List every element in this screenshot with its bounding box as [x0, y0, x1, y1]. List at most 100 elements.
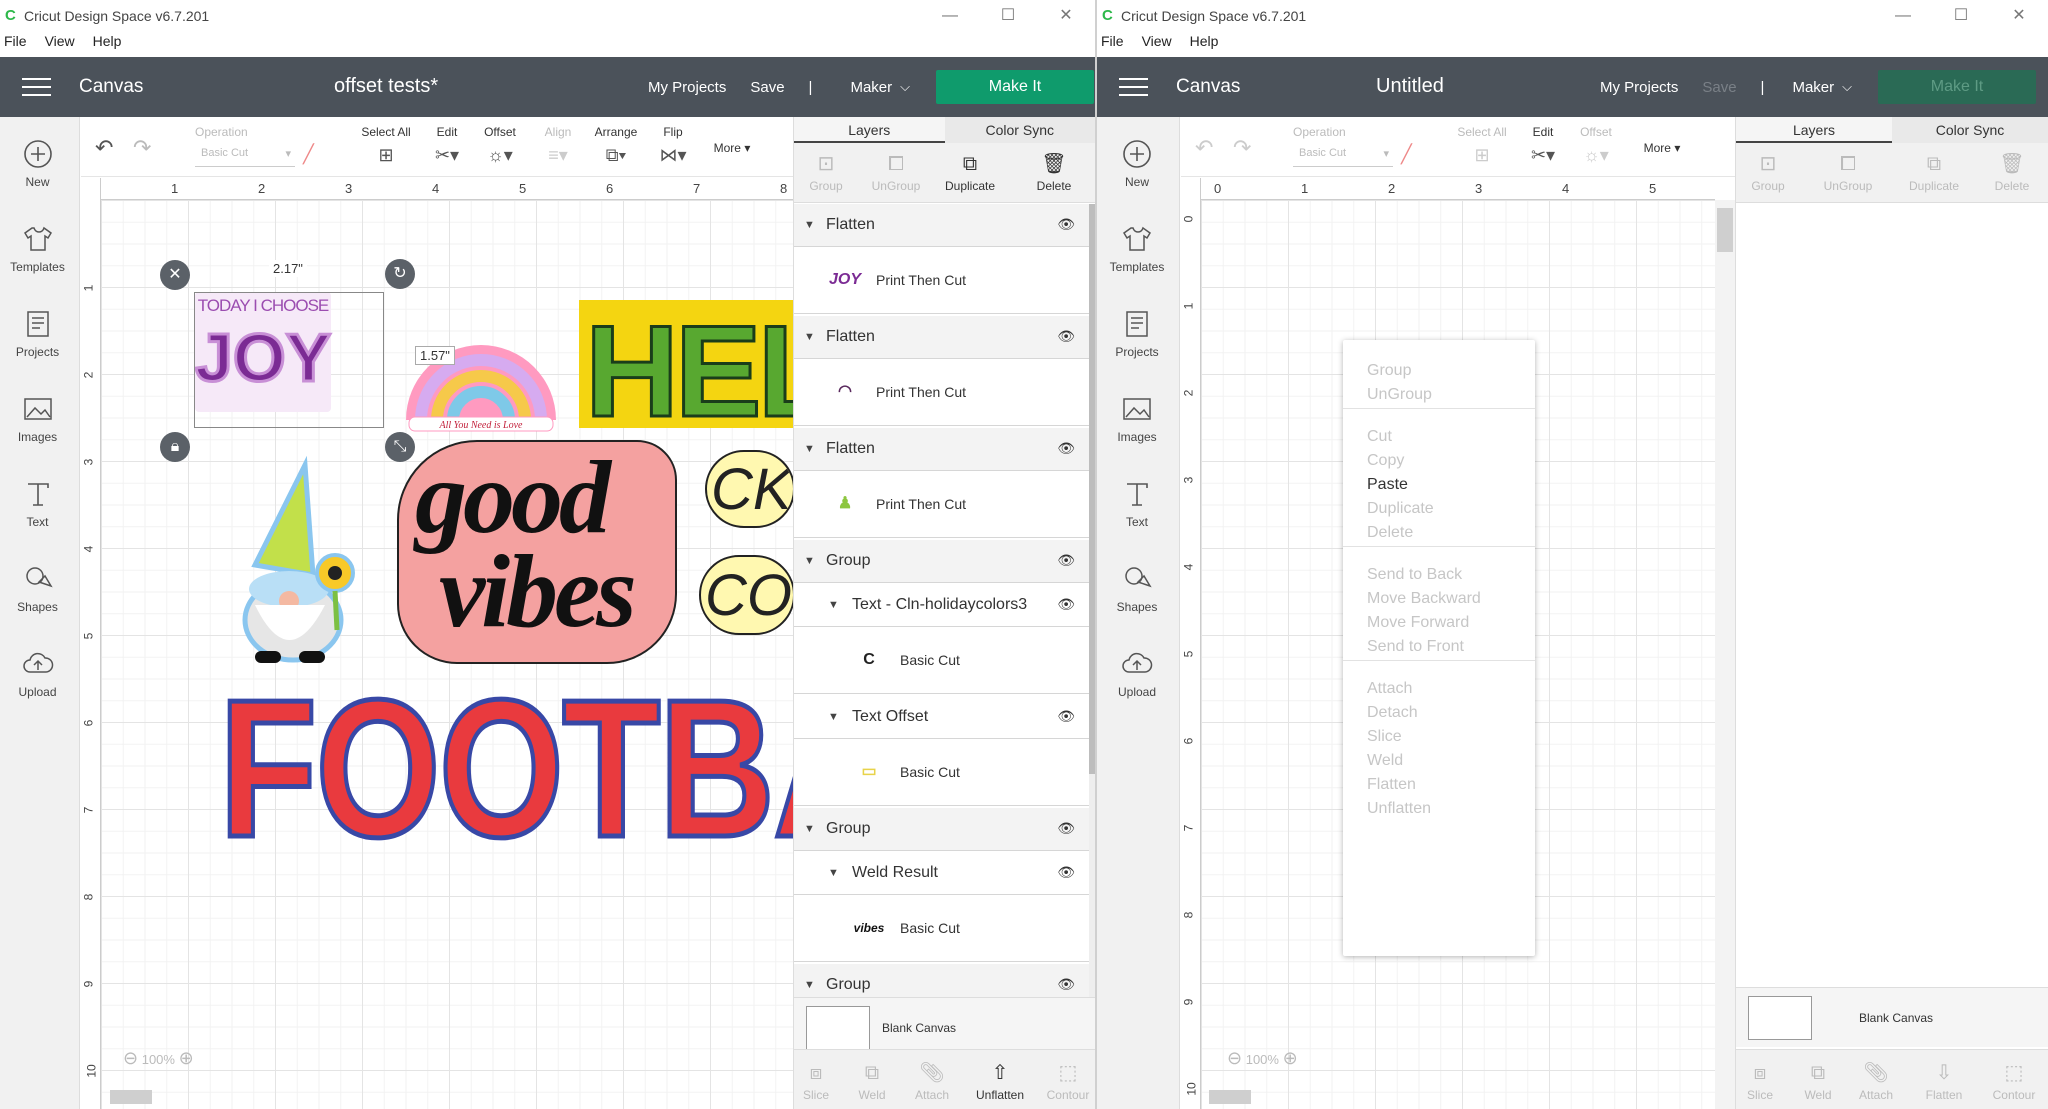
machine-select[interactable]: Maker: [850, 79, 892, 96]
layer-item[interactable]: ▭ Basic Cut: [794, 740, 1089, 806]
duplicate-button[interactable]: ⧉ Duplicate: [940, 149, 1000, 193]
close-icon[interactable]: ✕: [1037, 0, 1095, 31]
visibility-eye-icon[interactable]: 👁︎: [1057, 216, 1075, 233]
select-all-button[interactable]: Select All ⊞: [361, 125, 411, 166]
collapse-arrow-icon[interactable]: ▼: [804, 443, 815, 455]
more-button[interactable]: More ▾: [1637, 141, 1687, 155]
collapse-arrow-icon[interactable]: ▼: [804, 823, 815, 835]
visibility-eye-icon[interactable]: 👁︎: [1057, 820, 1075, 837]
collapse-arrow-icon[interactable]: ▼: [804, 555, 815, 567]
more-button[interactable]: More ▾: [707, 141, 757, 155]
context-menu-item-paste[interactable]: Paste: [1367, 476, 1408, 494]
collapse-arrow-icon[interactable]: ▼: [828, 599, 839, 611]
delete-button[interactable]: 🗑︎ Delete: [1024, 149, 1084, 193]
horizontal-scrollbar[interactable]: [1209, 1090, 1251, 1104]
chevron-down-icon[interactable]: ⌵: [900, 79, 910, 95]
my-projects-button[interactable]: My Projects: [1600, 79, 1678, 96]
visibility-eye-icon[interactable]: 👁︎: [1057, 864, 1075, 881]
tab-color-sync[interactable]: Color Sync: [945, 117, 1096, 143]
delete-handle-icon[interactable]: ✕: [160, 260, 190, 290]
layer-group-row[interactable]: ▼ Text - Cln-holidaycolors3 👁︎: [794, 584, 1089, 627]
nav-images[interactable]: Images: [1097, 392, 1177, 444]
edit-button[interactable]: Edit ✂▾: [429, 125, 465, 166]
zoom-out-icon[interactable]: ⊖: [123, 1048, 138, 1068]
my-projects-button[interactable]: My Projects: [648, 79, 726, 96]
blank-canvas-row[interactable]: Blank Canvas: [794, 997, 1095, 1057]
nav-text[interactable]: Text: [0, 477, 75, 529]
layer-group-row[interactable]: ▼ Flatten 👁︎: [794, 316, 1089, 359]
visibility-eye-icon[interactable]: 👁︎: [1057, 328, 1075, 345]
tab-layers[interactable]: Layers: [794, 117, 945, 143]
collapse-arrow-icon[interactable]: ▼: [804, 331, 815, 343]
nav-projects[interactable]: Projects: [1097, 307, 1177, 359]
menu-help[interactable]: Help: [1190, 33, 1219, 55]
nav-new[interactable]: New: [1097, 137, 1177, 189]
visibility-eye-icon[interactable]: 👁︎: [1057, 440, 1075, 457]
collapse-arrow-icon[interactable]: ▼: [828, 867, 839, 879]
nav-templates[interactable]: Templates: [0, 222, 75, 274]
visibility-eye-icon[interactable]: 👁︎: [1057, 976, 1075, 993]
layer-item[interactable]: C Basic Cut: [794, 628, 1089, 694]
layer-item[interactable]: JOY Print Then Cut: [794, 248, 1089, 314]
maximize-icon[interactable]: ☐: [979, 0, 1037, 31]
nav-upload[interactable]: Upload: [1097, 647, 1177, 699]
zoom-in-icon[interactable]: ⊕: [179, 1048, 194, 1068]
collapse-arrow-icon[interactable]: ▼: [804, 979, 815, 991]
good-vibes-design[interactable]: good vibes: [397, 440, 677, 664]
nav-upload[interactable]: Upload: [0, 647, 75, 699]
visibility-eye-icon[interactable]: 👁︎: [1057, 552, 1075, 569]
menu-view[interactable]: View: [45, 33, 75, 55]
ck-design[interactable]: CK: [705, 450, 793, 528]
layer-group-row[interactable]: ▼ Group 👁︎: [794, 808, 1089, 851]
football-design[interactable]: FOOTBA: [219, 670, 793, 850]
save-button[interactable]: Save: [750, 79, 784, 96]
co-design[interactable]: CO: [699, 555, 793, 635]
design-canvas[interactable]: TODAY I CHOOSE JOY All You Need is Love …: [101, 200, 793, 1109]
hamburger-menu-icon[interactable]: [22, 76, 52, 98]
tab-color-sync[interactable]: Color Sync: [1892, 117, 2048, 143]
edit-button[interactable]: Edit ✂▾: [1525, 125, 1561, 166]
arrange-button[interactable]: Arrange ⧉▾: [593, 125, 639, 166]
rotate-handle-icon[interactable]: ↻: [385, 259, 415, 289]
offset-button[interactable]: Offset ☼▾: [477, 125, 523, 166]
visibility-eye-icon[interactable]: 👁︎: [1057, 596, 1075, 613]
horizontal-scrollbar[interactable]: [110, 1090, 152, 1104]
nav-shapes[interactable]: Shapes: [0, 562, 75, 614]
close-icon[interactable]: ✕: [1990, 0, 2048, 31]
menu-file[interactable]: File: [1101, 33, 1124, 55]
menu-help[interactable]: Help: [93, 33, 122, 55]
layer-group-row[interactable]: ▼ Group 👁︎: [794, 540, 1089, 583]
blank-canvas-swatch[interactable]: [1748, 996, 1812, 1040]
make-it-button[interactable]: Make It: [936, 70, 1094, 104]
nav-templates[interactable]: Templates: [1097, 222, 1177, 274]
collapse-arrow-icon[interactable]: ▼: [828, 711, 839, 723]
blank-canvas-row[interactable]: Blank Canvas: [1736, 987, 2048, 1047]
menu-view[interactable]: View: [1142, 33, 1172, 55]
tab-layers[interactable]: Layers: [1736, 117, 1892, 143]
hello-design[interactable]: HEL: [579, 300, 793, 428]
layer-group-row[interactable]: ▼ Group 👁︎: [794, 964, 1089, 997]
maximize-icon[interactable]: ☐: [1932, 0, 1990, 31]
layer-item[interactable]: ◠ Print Then Cut: [794, 360, 1089, 426]
gnome-design[interactable]: [225, 455, 375, 667]
chevron-down-icon[interactable]: ⌵: [1842, 79, 1852, 95]
machine-select[interactable]: Maker: [1792, 79, 1834, 96]
resize-handle-icon[interactable]: ⤡: [385, 432, 415, 462]
minimize-icon[interactable]: —: [1874, 0, 1932, 31]
layer-group-row[interactable]: ▼ Text Offset 👁︎: [794, 696, 1089, 739]
layer-item[interactable]: vibes Basic Cut: [794, 896, 1089, 962]
layer-group-row[interactable]: ▼ Weld Result 👁︎: [794, 852, 1089, 895]
layer-group-row[interactable]: ▼ Flatten 👁︎: [794, 204, 1089, 247]
menu-file[interactable]: File: [4, 33, 27, 55]
nav-projects[interactable]: Projects: [0, 307, 75, 359]
collapse-arrow-icon[interactable]: ▼: [804, 219, 815, 231]
zoom-in-icon[interactable]: ⊕: [1283, 1048, 1298, 1068]
layer-group-row[interactable]: ▼ Flatten 👁︎: [794, 428, 1089, 471]
nav-new[interactable]: New: [0, 137, 75, 189]
zoom-out-icon[interactable]: ⊖: [1227, 1048, 1242, 1068]
hamburger-menu-icon[interactable]: [1119, 76, 1149, 98]
flip-button[interactable]: Flip ⋈▾: [655, 125, 691, 166]
minimize-icon[interactable]: —: [921, 0, 979, 31]
layer-item[interactable]: ♟ Print Then Cut: [794, 472, 1089, 538]
unflatten-button[interactable]: ⇧ Unflatten: [970, 1058, 1030, 1102]
